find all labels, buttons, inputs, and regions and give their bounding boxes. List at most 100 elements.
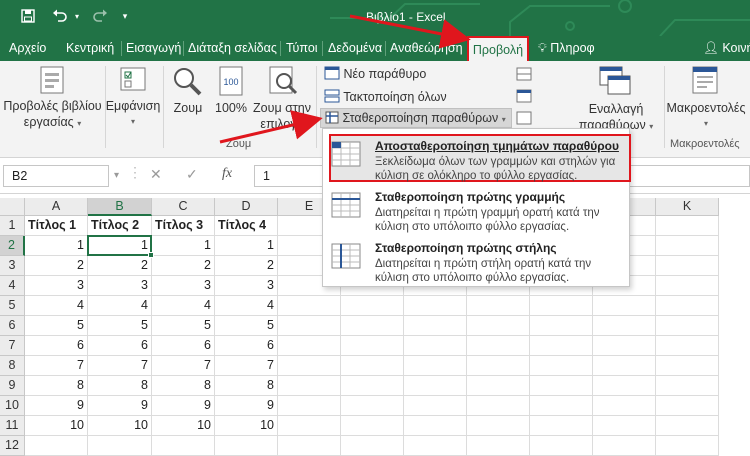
cell-f12[interactable] xyxy=(341,436,404,456)
cell-c1[interactable]: Τίτλος 3 xyxy=(152,216,215,236)
cell-i12[interactable] xyxy=(530,436,593,456)
cell-c3[interactable]: 2 xyxy=(152,256,215,276)
cell-d11[interactable]: 10 xyxy=(215,416,278,436)
cell-a11[interactable]: 10 xyxy=(25,416,88,436)
tab-file[interactable]: Αρχείο xyxy=(9,36,46,61)
split-icon[interactable] xyxy=(516,67,532,81)
row-header-10[interactable]: 10 xyxy=(0,396,25,416)
show-button[interactable]: Εμφάνιση ▾ xyxy=(104,98,162,130)
row-header-11[interactable]: 11 xyxy=(0,416,25,436)
cell-c10[interactable]: 9 xyxy=(152,396,215,416)
cell-c7[interactable]: 6 xyxy=(152,336,215,356)
cell-c9[interactable]: 8 xyxy=(152,376,215,396)
cell-j5[interactable] xyxy=(593,296,656,316)
cell-d7[interactable]: 6 xyxy=(215,336,278,356)
cell-f10[interactable] xyxy=(341,396,404,416)
cell-g12[interactable] xyxy=(404,436,467,456)
row-header-1[interactable]: 1 xyxy=(0,216,25,236)
macros-button[interactable]: Μακροεντολές ▾ xyxy=(664,100,748,132)
cell-a6[interactable]: 5 xyxy=(25,316,88,336)
cell-k10[interactable] xyxy=(656,396,719,416)
cell-c5[interactable]: 4 xyxy=(152,296,215,316)
cell-k7[interactable] xyxy=(656,336,719,356)
cell-j11[interactable] xyxy=(593,416,656,436)
cell-e12[interactable] xyxy=(278,436,341,456)
cell-e11[interactable] xyxy=(278,416,341,436)
customize-qat-icon[interactable]: ▾ xyxy=(118,5,132,27)
cell-b1[interactable]: Τίτλος 2 xyxy=(88,216,152,236)
cell-k4[interactable] xyxy=(656,276,719,296)
cell-i9[interactable] xyxy=(530,376,593,396)
column-header-k[interactable]: K xyxy=(656,198,719,216)
tell-me-label[interactable]: 💡︎ Πληροφ xyxy=(538,36,595,61)
cancel-icon[interactable]: ✕ xyxy=(150,166,162,183)
cell-c6[interactable]: 5 xyxy=(152,316,215,336)
column-header-b[interactable]: B xyxy=(88,198,152,216)
cell-k8[interactable] xyxy=(656,356,719,376)
cell-e10[interactable] xyxy=(278,396,341,416)
cell-a12[interactable] xyxy=(25,436,88,456)
unhide-icon[interactable] xyxy=(516,111,532,125)
cell-g6[interactable] xyxy=(404,316,467,336)
cell-f6[interactable] xyxy=(341,316,404,336)
cell-b5[interactable]: 4 xyxy=(88,296,152,316)
cell-d4[interactable]: 3 xyxy=(215,276,278,296)
cell-k6[interactable] xyxy=(656,316,719,336)
cell-h7[interactable] xyxy=(467,336,530,356)
cell-k9[interactable] xyxy=(656,376,719,396)
zoom-button[interactable]: Ζουμ xyxy=(170,100,206,116)
column-header-c[interactable]: C xyxy=(152,198,215,216)
insert-function-icon[interactable]: fx xyxy=(222,166,232,182)
cell-d8[interactable]: 7 xyxy=(215,356,278,376)
cell-d1[interactable]: Τίτλος 4 xyxy=(215,216,278,236)
cell-k5[interactable] xyxy=(656,296,719,316)
tab-insert[interactable]: Εισαγωγή xyxy=(126,36,181,61)
cell-i7[interactable] xyxy=(530,336,593,356)
cell-g9[interactable] xyxy=(404,376,467,396)
tab-formulas[interactable]: Τύποι xyxy=(286,36,318,61)
new-window-button[interactable]: Νέο παράθυρο xyxy=(324,66,426,82)
row-header-3[interactable]: 3 xyxy=(0,256,25,276)
cell-j10[interactable] xyxy=(593,396,656,416)
cell-e8[interactable] xyxy=(278,356,341,376)
cell-h5[interactable] xyxy=(467,296,530,316)
select-all-corner[interactable] xyxy=(0,198,25,216)
cell-b2[interactable]: 1 xyxy=(88,236,152,256)
zoom-100-button[interactable]: 100% xyxy=(212,100,250,116)
cell-j7[interactable] xyxy=(593,336,656,356)
cell-h12[interactable] xyxy=(467,436,530,456)
cell-b3[interactable]: 2 xyxy=(88,256,152,276)
save-icon[interactable] xyxy=(18,5,38,27)
row-header-5[interactable]: 5 xyxy=(0,296,25,316)
undo-dropdown-icon[interactable]: ▾ xyxy=(72,5,82,27)
fill-handle[interactable] xyxy=(148,252,154,258)
column-header-a[interactable]: A xyxy=(25,198,88,216)
cell-i11[interactable] xyxy=(530,416,593,436)
cell-j6[interactable] xyxy=(593,316,656,336)
cell-j12[interactable] xyxy=(593,436,656,456)
cell-b6[interactable]: 5 xyxy=(88,316,152,336)
cell-g7[interactable] xyxy=(404,336,467,356)
cell-b11[interactable]: 10 xyxy=(88,416,152,436)
cell-k12[interactable] xyxy=(656,436,719,456)
tab-home[interactable]: Κεντρική xyxy=(66,36,114,61)
cell-a7[interactable]: 6 xyxy=(25,336,88,356)
cell-c2[interactable]: 1 xyxy=(152,236,215,256)
cell-i10[interactable] xyxy=(530,396,593,416)
menu-item-unfreeze-panes[interactable]: Αποσταθεροποίηση τμημάτων παραθύρου Ξεκλ… xyxy=(323,135,629,183)
cell-d5[interactable]: 4 xyxy=(215,296,278,316)
cell-g10[interactable] xyxy=(404,396,467,416)
cell-a5[interactable]: 4 xyxy=(25,296,88,316)
cell-a3[interactable]: 2 xyxy=(25,256,88,276)
cell-c12[interactable] xyxy=(152,436,215,456)
cell-g8[interactable] xyxy=(404,356,467,376)
row-header-7[interactable]: 7 xyxy=(0,336,25,356)
cell-b12[interactable] xyxy=(88,436,152,456)
cell-d2[interactable]: 1 xyxy=(215,236,278,256)
cell-a9[interactable]: 8 xyxy=(25,376,88,396)
zoom-to-selection-button[interactable]: Ζουμ στην επιλογή xyxy=(250,100,314,132)
menu-item-freeze-top-row[interactable]: Σταθεροποίηση πρώτης γραμμής Διατηρείται… xyxy=(323,186,629,234)
cell-b7[interactable]: 6 xyxy=(88,336,152,356)
menu-item-freeze-first-column[interactable]: Σταθεροποίηση πρώτης στήλης Διατηρείται … xyxy=(323,237,629,285)
tab-view[interactable]: Προβολή xyxy=(467,36,529,62)
